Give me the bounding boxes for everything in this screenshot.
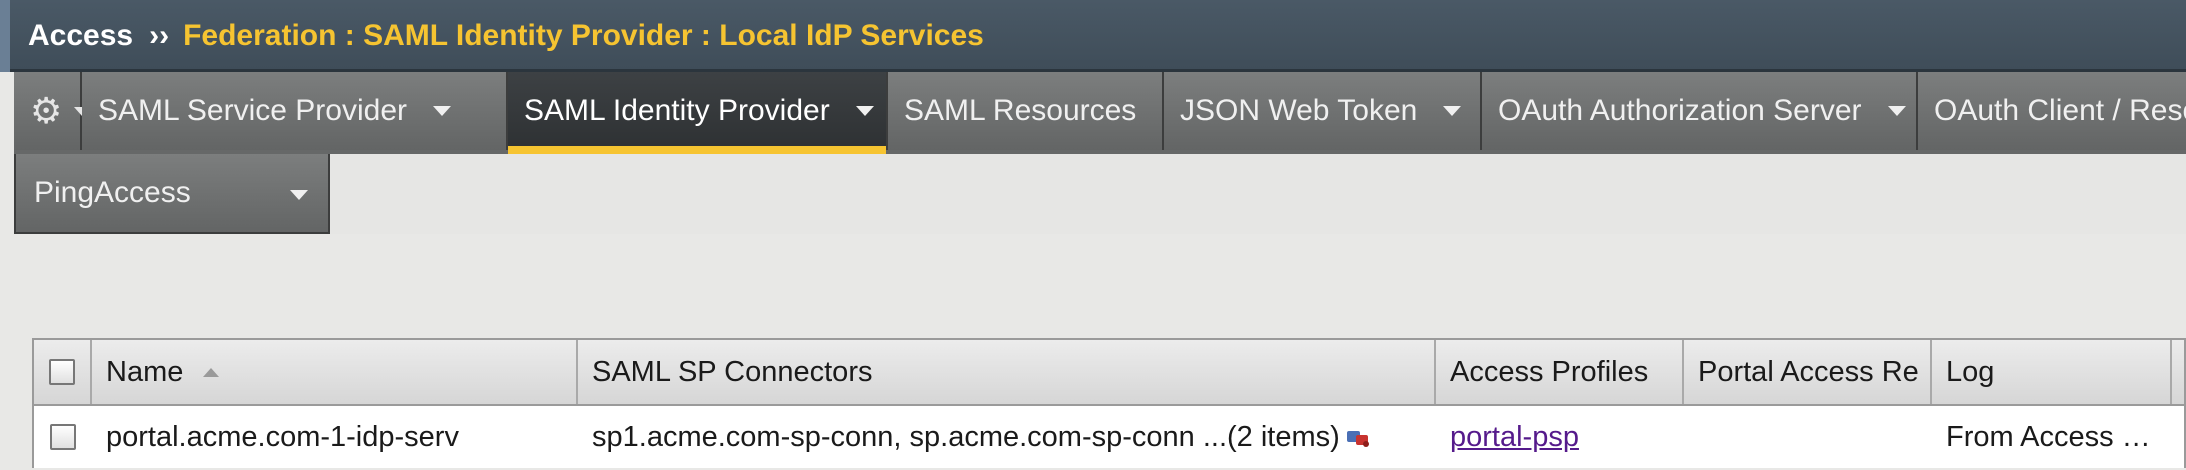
table-header: Name SAML SP Connectors Access Profiles … bbox=[32, 338, 2186, 406]
column-header-name[interactable]: Name bbox=[92, 340, 578, 404]
tab-label: SAML Identity Provider bbox=[524, 94, 830, 127]
tab-row-filler bbox=[330, 154, 2186, 234]
tab-label: SAML Service Provider bbox=[98, 94, 407, 127]
idp-services-table: Name SAML SP Connectors Access Profiles … bbox=[32, 338, 2186, 468]
cell-log: From Access … bbox=[1932, 406, 2172, 468]
service-name[interactable]: portal.acme.com-1-idp-serv bbox=[106, 421, 459, 454]
select-all-checkbox[interactable] bbox=[49, 359, 75, 385]
column-label: Log bbox=[1946, 355, 1995, 388]
cell-portal-access bbox=[1684, 406, 1932, 468]
tab-saml-resources[interactable]: SAML Resources bbox=[888, 72, 1164, 150]
row-checkbox[interactable] bbox=[50, 424, 76, 450]
chevron-down-icon[interactable] bbox=[433, 106, 451, 116]
cell-name: portal.acme.com-1-idp-serv bbox=[92, 406, 578, 468]
connectors-text: sp1.acme.com-sp-conn, sp.acme.com-sp-con… bbox=[592, 420, 1340, 453]
connector-icon[interactable] bbox=[1346, 426, 1372, 448]
tab-oauth-client-resource[interactable]: OAuth Client / Reso bbox=[1918, 72, 2186, 150]
sort-ascending-icon bbox=[203, 367, 220, 377]
breadcrumb-separator: ›› bbox=[149, 19, 170, 52]
select-all-cell bbox=[34, 340, 92, 404]
column-header-access-profiles[interactable]: Access Profiles bbox=[1436, 340, 1684, 404]
column-header-portal-access[interactable]: Portal Access Re bbox=[1684, 340, 1932, 404]
breadcrumb-header: Access ›› Federation : SAML Identity Provi… bbox=[0, 0, 2186, 72]
tab-label: JSON Web Token bbox=[1180, 94, 1418, 127]
tab-bar: ⚙ SAML Service Provider SAML Identity Pr… bbox=[14, 72, 2186, 154]
cell-connectors: sp1.acme.com-sp-conn, sp.acme.com-sp-con… bbox=[578, 406, 1436, 468]
column-label: SAML SP Connectors bbox=[592, 355, 873, 388]
tab-label: OAuth Authorization Server bbox=[1498, 94, 1862, 127]
column-label: Portal Access Re bbox=[1698, 355, 1919, 388]
column-header-log[interactable]: Log bbox=[1932, 340, 2172, 404]
breadcrumb: Access ›› Federation : SAML Identity Provi… bbox=[28, 19, 984, 53]
tab-label: OAuth Client / Reso bbox=[1934, 94, 2186, 127]
access-profile-link[interactable]: portal-psp bbox=[1450, 421, 1579, 454]
chevron-down-icon[interactable] bbox=[1443, 106, 1462, 116]
chevron-down-icon[interactable] bbox=[290, 190, 308, 200]
tab-saml-service-provider[interactable]: SAML Service Provider bbox=[82, 72, 508, 150]
cell-access-profile: portal-psp bbox=[1436, 406, 1684, 468]
breadcrumb-root[interactable]: Access bbox=[28, 19, 133, 52]
breadcrumb-path: Federation : SAML Identity Provider : Lo… bbox=[183, 19, 984, 52]
log-text: From Access … bbox=[1946, 420, 2151, 453]
chevron-down-icon[interactable] bbox=[1887, 106, 1906, 116]
column-label: Name bbox=[106, 355, 184, 388]
gear-icon: ⚙ bbox=[30, 90, 63, 131]
table-row[interactable]: portal.acme.com-1-idp-serv sp1.acme.com-… bbox=[32, 406, 2186, 468]
row-select-cell bbox=[34, 406, 92, 468]
tab-json-web-token[interactable]: JSON Web Token bbox=[1164, 72, 1482, 150]
header-edge bbox=[0, 0, 10, 72]
tab-label: SAML Resources bbox=[904, 94, 1137, 127]
column-label: Access Profiles bbox=[1450, 355, 1649, 388]
tab-label: PingAccess bbox=[34, 176, 191, 209]
chevron-down-icon[interactable] bbox=[855, 106, 874, 116]
column-header-saml-sp-connectors[interactable]: SAML SP Connectors bbox=[578, 340, 1436, 404]
settings-menu-button[interactable]: ⚙ bbox=[14, 72, 91, 150]
tab-oauth-authorization-server[interactable]: OAuth Authorization Server bbox=[1482, 72, 1918, 150]
tab-saml-identity-provider[interactable]: SAML Identity Provider bbox=[508, 72, 888, 154]
tab-pingaccess[interactable]: PingAccess bbox=[14, 154, 330, 234]
